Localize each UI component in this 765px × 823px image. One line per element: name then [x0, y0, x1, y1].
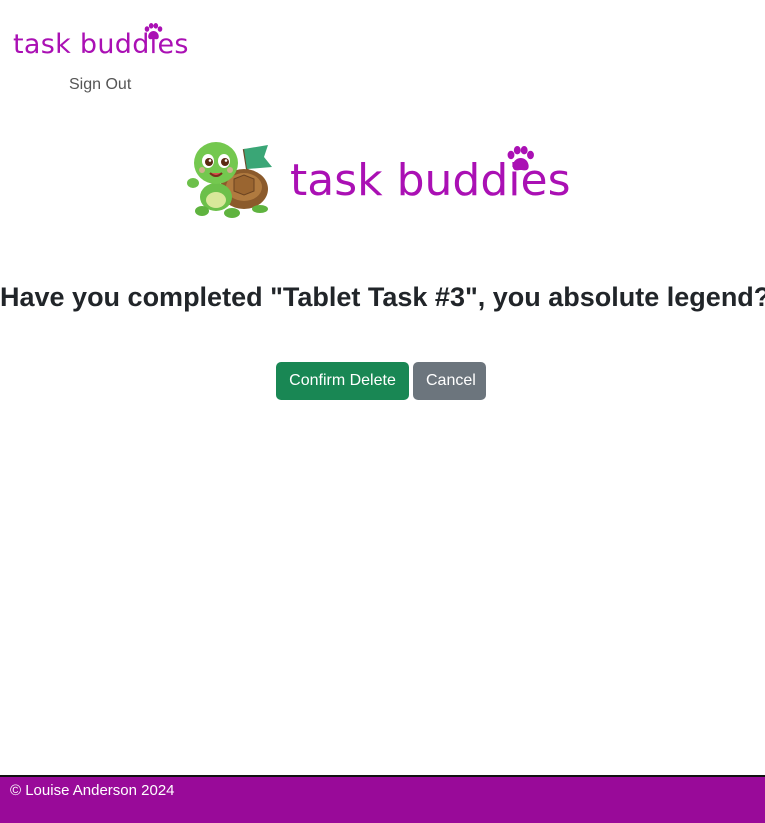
turtle-with-flag-icon [187, 142, 272, 218]
hero-logo: task buddies [180, 127, 580, 222]
paw-icon [144, 23, 163, 40]
footer-copyright: © Louise Anderson 2024 [10, 782, 175, 799]
delete-confirmation-question: Have you completed "Tablet Task #3", you… [0, 282, 765, 312]
footer: © Louise Anderson 2024 [0, 775, 765, 823]
sign-out-link[interactable]: Sign Out [69, 75, 131, 95]
paw-icon [507, 146, 534, 171]
page: task buddies Sign Out task buddies Have … [0, 0, 765, 823]
confirmation-actions: Confirm Delete Cancel [276, 362, 486, 400]
navbar-brand-link[interactable]: task buddies [13, 23, 193, 66]
confirm-delete-button[interactable]: Confirm Delete [276, 362, 409, 400]
cancel-button[interactable]: Cancel [413, 362, 486, 400]
